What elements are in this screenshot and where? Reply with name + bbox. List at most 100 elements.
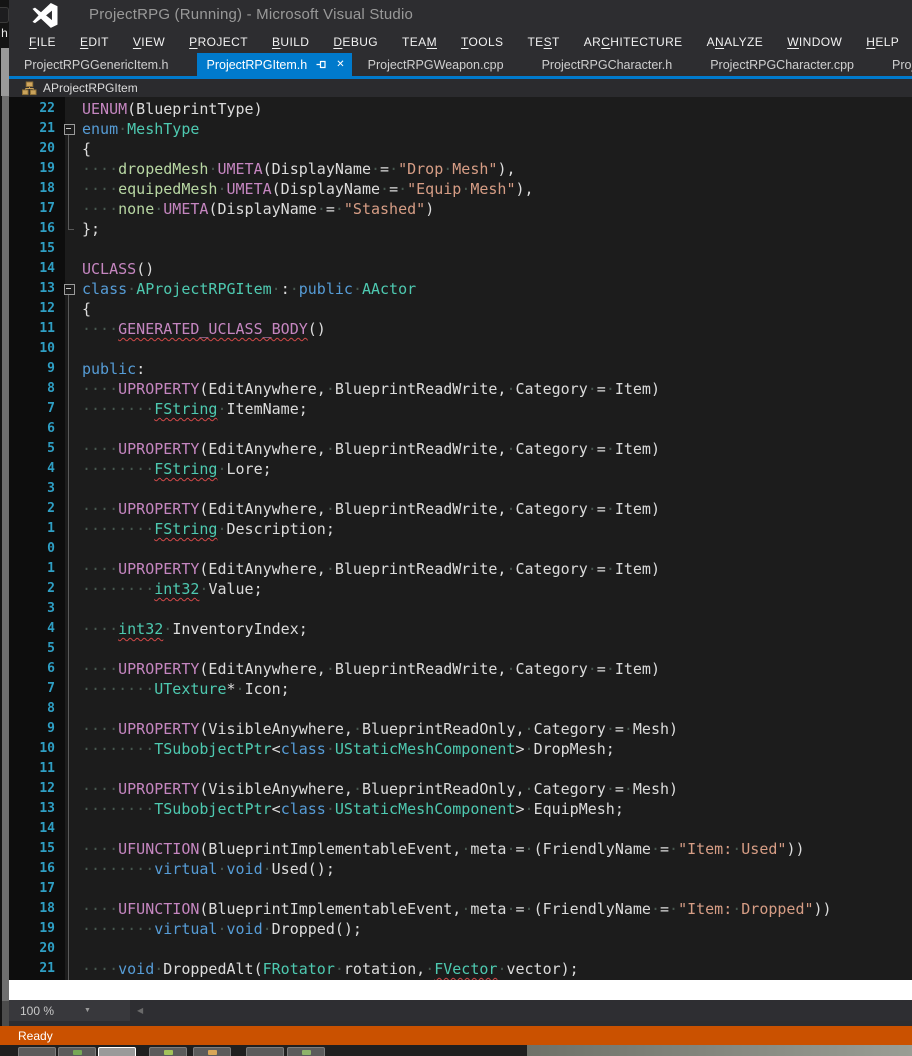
taskbar-button[interactable] [246,1047,284,1056]
code-line[interactable]: 6 [9,419,912,439]
taskbar-button[interactable] [18,1047,56,1056]
background-window-label: h [0,26,9,40]
menu-tools[interactable]: TOOLS [449,33,515,51]
code-line[interactable]: 3 [9,479,912,499]
code-line[interactable]: 14UCLASS() [9,259,912,279]
code-line[interactable]: 15 [9,239,912,259]
menu-team[interactable]: TEAM [390,33,449,51]
code-line[interactable]: 11 [9,759,912,779]
code-line[interactable]: 13········TSubobjectPtr<class·UStaticMes… [9,799,912,819]
code-line[interactable]: 14 [9,819,912,839]
taskbar-app-icon [73,1050,82,1055]
code-line[interactable]: 4····int32·InventoryIndex; [9,619,912,639]
code-line[interactable]: 2········int32·Value; [9,579,912,599]
code-line[interactable]: 13class·AProjectRPGItem·:·public·AActor [9,279,912,299]
code-line[interactable]: 6····UPROPERTY(EditAnywhere,·BlueprintRe… [9,659,912,679]
chevron-down-icon[interactable]: ▼ [84,1007,91,1014]
code-line[interactable]: 7········UTexture*·Icon; [9,679,912,699]
menu-debug[interactable]: DEBUG [321,33,390,51]
code-line[interactable]: 0 [9,539,912,559]
code-line[interactable]: 10 [9,339,912,359]
line-number: 19 [9,919,65,939]
navigation-bar[interactable]: AProjectRPGItem [9,79,912,97]
pin-icon[interactable] [316,59,327,70]
fold-collapse-icon[interactable] [64,124,75,135]
taskbar-button[interactable] [193,1047,231,1056]
line-number: 4 [9,619,65,639]
close-icon[interactable]: ✕ [336,60,344,70]
line-number: 12 [9,299,65,319]
taskbar-button[interactable] [287,1047,325,1056]
taskbar-button[interactable] [149,1047,187,1056]
line-number: 4 [9,459,65,479]
code-line[interactable]: 9····UPROPERTY(VisibleAnywhere,·Blueprin… [9,719,912,739]
code-line[interactable]: 5 [9,639,912,659]
zoom-level-value: 100 % [20,1004,54,1018]
code-line[interactable]: 2····UPROPERTY(EditAnywhere,·BlueprintRe… [9,499,912,519]
menu-view[interactable]: VIEW [121,33,177,51]
code-line[interactable]: 7········FString·ItemName; [9,399,912,419]
tab-label: ProjectRPGWeapon.cpp [368,58,504,72]
code-line[interactable]: 4········FString·Lore; [9,459,912,479]
menu-edit[interactable]: EDIT [68,33,121,51]
scroll-left-icon[interactable]: ◀ [137,1006,143,1015]
code-line[interactable]: 8····UPROPERTY(EditAnywhere,·BlueprintRe… [9,379,912,399]
menu-file[interactable]: FILE [17,33,68,51]
code-line[interactable]: 16········virtual·void·Used(); [9,859,912,879]
code-line[interactable]: 1········FString·Description; [9,519,912,539]
code-line[interactable]: 15····UFUNCTION(BlueprintImplementableEv… [9,839,912,859]
code-line[interactable]: 12{ [9,299,912,319]
code-line[interactable]: 1····UPROPERTY(EditAnywhere,·BlueprintRe… [9,559,912,579]
code-line[interactable]: 12····UPROPERTY(VisibleAnywhere,·Bluepri… [9,779,912,799]
code-line[interactable]: 8 [9,699,912,719]
tab-projectrpgitem-h[interactable]: ProjectRPGItem.h✕ [197,53,352,76]
code-line[interactable]: 18····UFUNCTION(BlueprintImplementableEv… [9,899,912,919]
code-line[interactable]: 21····void·DroppedAlt(FRotator·rotation,… [9,959,912,979]
code-line[interactable]: 11····GENERATED_UCLASS_BODY() [9,319,912,339]
fold-scope-line [68,134,69,229]
fold-collapse-icon[interactable] [64,284,75,295]
code-line[interactable]: 21enum·MeshType [9,119,912,139]
code-line[interactable]: 16}; [9,219,912,239]
line-number: 6 [9,659,65,679]
menu-architecture[interactable]: ARCHITECTURE [572,33,695,51]
code-line[interactable]: 22UENUM(BlueprintType) [9,99,912,119]
menu-bar: FILEEDITVIEWPROJECTBUILDDEBUGTEAMTOOLSTE… [9,30,912,53]
code-line[interactable]: 3 [9,599,912,619]
horizontal-scrollbar[interactable]: ◀ [130,1000,912,1021]
code-line[interactable]: 17····none·UMETA(DisplayName·=·"Stashed"… [9,199,912,219]
code-line[interactable]: 19········virtual·void·Dropped(); [9,919,912,939]
line-number: 1 [9,559,65,579]
line-number: 5 [9,639,65,659]
menu-test[interactable]: TEST [515,33,571,51]
code-line[interactable]: 20{ [9,139,912,159]
menu-help[interactable]: HELP [854,33,911,51]
code-lines[interactable]: 22UENUM(BlueprintType)21enum·MeshType20{… [9,99,912,979]
tab-projectrpg[interactable]: ProjectRPG [882,53,912,76]
line-number: 9 [9,359,65,379]
taskbar-button[interactable] [98,1047,136,1056]
menu-project[interactable]: PROJECT [177,33,260,51]
status-bar: Ready [0,1026,912,1045]
menu-window[interactable]: WINDOW [775,33,854,51]
line-number: 17 [9,199,65,219]
code-line[interactable]: 20 [9,939,912,959]
code-line[interactable]: 17 [9,879,912,899]
tab-projectrpgweapon-cpp[interactable]: ProjectRPGWeapon.cpp [358,53,514,76]
zoom-level-dropdown[interactable]: 100 % ▼ [9,1004,130,1018]
code-line[interactable]: 9public: [9,359,912,379]
tab-projectrpggenericitem-h[interactable]: ProjectRPGGenericItem.h [14,53,179,76]
menu-build[interactable]: BUILD [260,33,321,51]
line-number: 5 [9,439,65,459]
code-editor[interactable]: 22UENUM(BlueprintType)21enum·MeshType20{… [9,97,912,980]
menu-analyze[interactable]: ANALYZE [695,33,776,51]
code-line[interactable]: 5····UPROPERTY(EditAnywhere,·BlueprintRe… [9,439,912,459]
code-line[interactable]: 18····equipedMesh·UMETA(DisplayName·=·"E… [9,179,912,199]
scope-dropdown[interactable]: AProjectRPGItem [43,81,138,95]
code-line[interactable]: 10········TSubobjectPtr<class·UStaticMes… [9,739,912,759]
tab-projectrpgcharacter-h[interactable]: ProjectRPGCharacter.h [532,53,683,76]
tab-projectrpgcharacter-cpp[interactable]: ProjectRPGCharacter.cpp [700,53,864,76]
code-line[interactable]: 19····dropedMesh·UMETA(DisplayName·=·"Dr… [9,159,912,179]
taskbar-button[interactable] [58,1047,96,1056]
windows-taskbar[interactable] [0,1045,912,1056]
